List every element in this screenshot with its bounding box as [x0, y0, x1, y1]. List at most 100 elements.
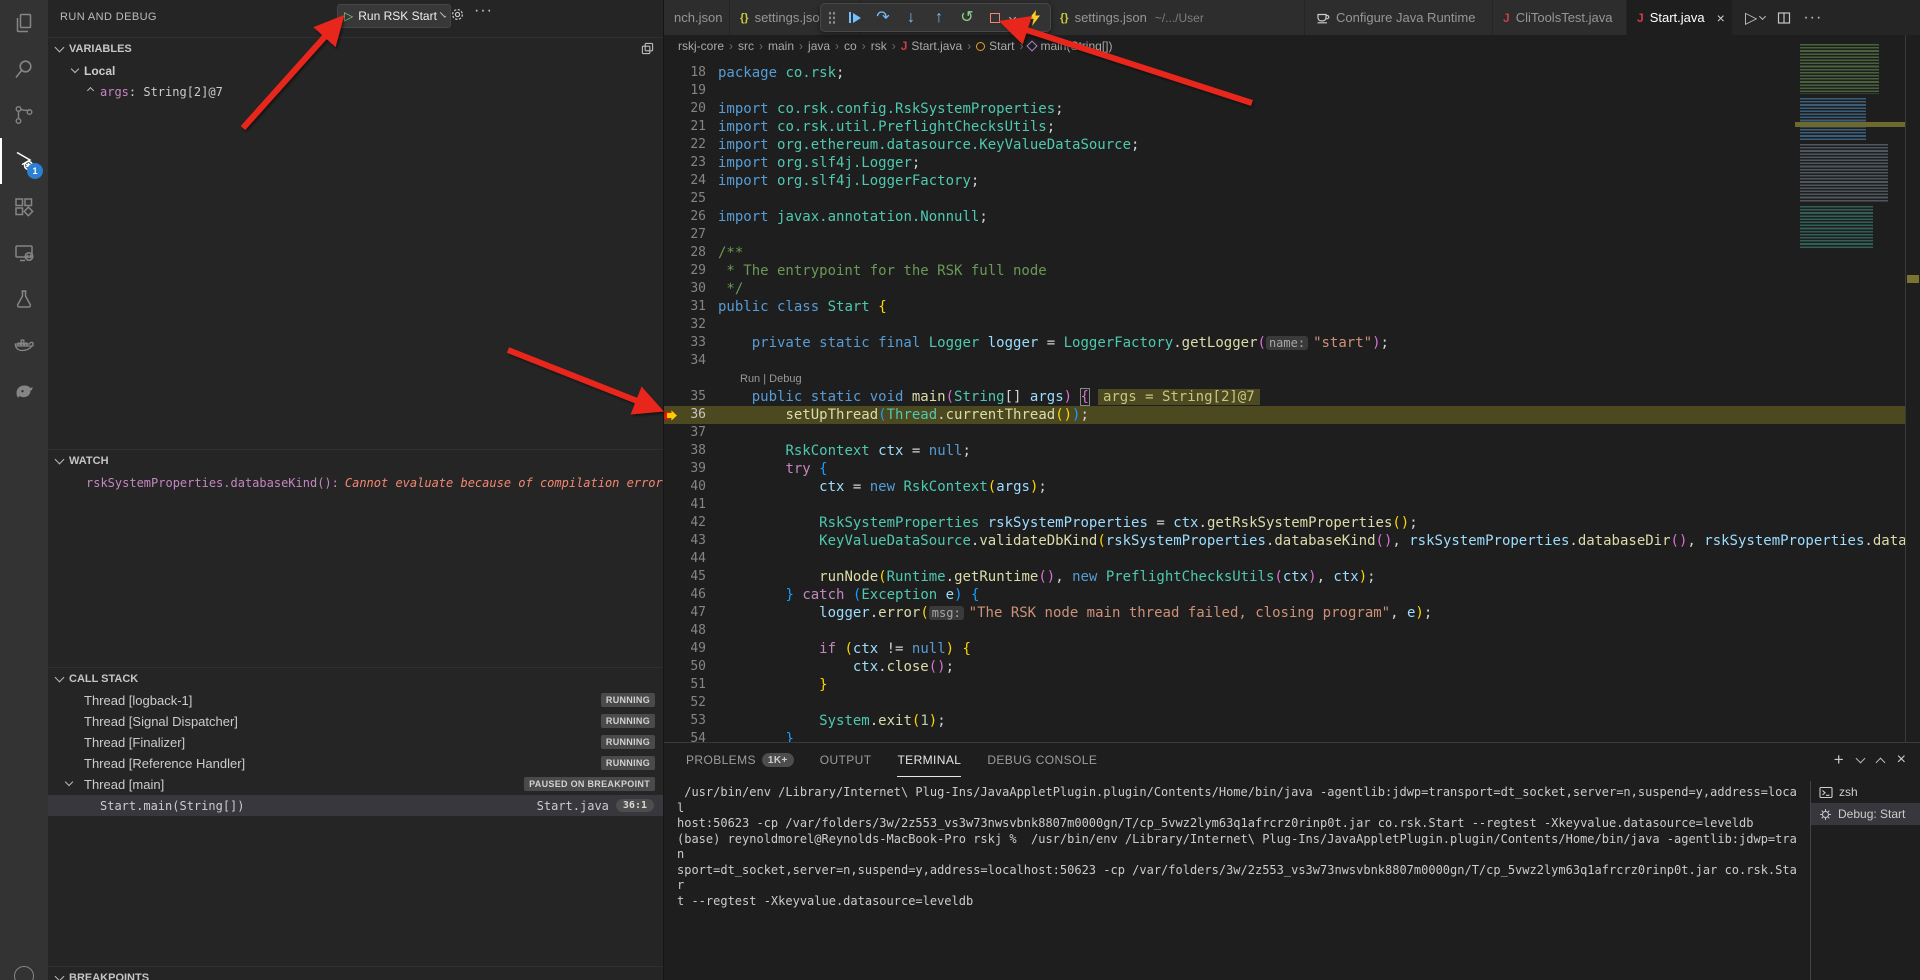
gutter[interactable]: 31	[664, 298, 708, 316]
breadcrumb-item-main[interactable]: main	[768, 39, 794, 53]
gutter[interactable]: 25	[664, 190, 708, 208]
call-stack-thread[interactable]: Thread [Reference Handler]RUNNING	[48, 753, 664, 774]
gutter[interactable]: 43	[664, 532, 708, 550]
terminal-output[interactable]: /usr/bin/env /Library/Internet\ Plug-Ins…	[677, 785, 1804, 909]
gutter[interactable]: 29	[664, 262, 708, 280]
manage-gear-icon[interactable]	[14, 966, 34, 980]
gutter[interactable]: 22	[664, 136, 708, 154]
close-icon[interactable]: ×	[1717, 10, 1725, 26]
tab-nch-json[interactable]: nch.json	[664, 0, 730, 35]
gutter[interactable]	[664, 370, 708, 388]
activity-bar-item-remote-explorer[interactable]	[0, 230, 48, 276]
code-line[interactable]: 32	[664, 316, 1905, 334]
stop-menu-chevron-icon[interactable]	[1009, 14, 1016, 21]
code-line[interactable]: 28/**	[664, 244, 1905, 262]
gutter[interactable]: 20	[664, 100, 708, 118]
code-line[interactable]: 40 ctx = new RskContext(args);	[664, 478, 1905, 496]
activity-bar-item-docker[interactable]	[0, 322, 48, 368]
gutter[interactable]: 27	[664, 226, 708, 244]
code-line[interactable]: 21import co.rsk.util.PreflightChecksUtil…	[664, 118, 1905, 136]
activity-bar-item-extensions[interactable]	[0, 184, 48, 230]
toolbar-drag-grip[interactable]	[828, 11, 836, 25]
gutter[interactable]: 33	[664, 334, 708, 352]
code-editor[interactable]: 18package co.rsk;1920import co.rsk.confi…	[664, 57, 1905, 743]
watch-header[interactable]: WATCH	[48, 450, 664, 472]
code-line[interactable]: 35 public static void main(String[] args…	[664, 388, 1905, 406]
gutter[interactable]: 44	[664, 550, 708, 568]
code-line[interactable]: 30 */	[664, 280, 1905, 298]
activity-bar-item-testing[interactable]	[0, 276, 48, 322]
terminal-list-item-zsh[interactable]: zsh	[1811, 781, 1920, 803]
variables-scope-local[interactable]: Local	[48, 60, 664, 81]
call-stack-thread[interactable]: Thread [Signal Dispatcher]RUNNING	[48, 711, 664, 732]
copy-icon[interactable]	[641, 42, 654, 55]
gutter[interactable]: 32	[664, 316, 708, 334]
gutter[interactable]: 49	[664, 640, 708, 658]
gutter[interactable]: 23	[664, 154, 708, 172]
gutter[interactable]: 47	[664, 604, 708, 622]
breakpoints-header[interactable]: BREAKPOINTS	[48, 967, 664, 980]
watch-expression[interactable]: rskSystemProperties.databaseKind(): Cann…	[48, 472, 664, 493]
gutter[interactable]: 51	[664, 676, 708, 694]
breadcrumb-item-start[interactable]: Start	[976, 39, 1014, 53]
code-line[interactable]: 23import org.slf4j.Logger;	[664, 154, 1905, 172]
code-line[interactable]: 48	[664, 622, 1905, 640]
gutter[interactable]: 19	[664, 82, 708, 100]
gutter[interactable]: 45	[664, 568, 708, 586]
views-more-actions-icon[interactable]: ···	[474, 2, 493, 20]
code-line[interactable]: 49 if (ctx != null) {	[664, 640, 1905, 658]
tab-start-java[interactable]: JStart.java×	[1627, 0, 1733, 35]
activity-bar-item-search[interactable]	[0, 46, 48, 92]
breadcrumb-item-rskj-core[interactable]: rskj-core	[678, 39, 724, 53]
activity-bar-item-run-and-debug[interactable]: 1	[0, 138, 48, 184]
code-line[interactable]: 43 KeyValueDataSource.validateDbKind(rsk…	[664, 532, 1905, 550]
gutter[interactable]: 39	[664, 460, 708, 478]
code-line[interactable]: 24import org.slf4j.LoggerFactory;	[664, 172, 1905, 190]
panel-tab-debug-console[interactable]: DEBUG CONSOLE	[987, 743, 1097, 777]
panel-tab-output[interactable]: OUTPUT	[820, 743, 872, 777]
gutter[interactable]: 26	[664, 208, 708, 226]
variables-header[interactable]: VARIABLES	[48, 38, 664, 60]
code-line[interactable]: 19	[664, 82, 1905, 100]
call-stack-header[interactable]: CALL STACK	[48, 668, 664, 690]
gutter[interactable]: 18	[664, 64, 708, 82]
run-config-button[interactable]: ▷ Run RSK Start	[337, 4, 451, 28]
gutter[interactable]: 50	[664, 658, 708, 676]
gutter[interactable]: 37	[664, 424, 708, 442]
code-line[interactable]: 47 logger.error(msg:"The RSK node main t…	[664, 604, 1905, 622]
code-line[interactable]: 37	[664, 424, 1905, 442]
restart-button[interactable]: ↺	[958, 8, 976, 28]
gutter[interactable]: 34	[664, 352, 708, 370]
panel-tab-problems[interactable]: PROBLEMS1K+	[686, 743, 794, 777]
code-line[interactable]: 42 RskSystemProperties rskSystemProperti…	[664, 514, 1905, 532]
terminal-dropdown-chevron-icon[interactable]	[1855, 754, 1865, 764]
gutter[interactable]: 52	[664, 694, 708, 712]
gutter[interactable]: 21	[664, 118, 708, 136]
call-stack-thread[interactable]: Thread [Finalizer]RUNNING	[48, 732, 664, 753]
code-line[interactable]: 41	[664, 496, 1905, 514]
tab-clitoolstest-java[interactable]: JCliToolsTest.java	[1493, 0, 1627, 35]
step-out-button[interactable]: ↑	[930, 8, 948, 28]
gutter[interactable]: 24	[664, 172, 708, 190]
code-line[interactable]: 51 }	[664, 676, 1905, 694]
continue-button[interactable]	[846, 8, 864, 28]
close-panel-icon[interactable]: ×	[1897, 751, 1906, 769]
stop-button[interactable]	[986, 8, 1004, 28]
breadcrumb-item-src[interactable]: src	[738, 39, 754, 53]
debug-settings-gear-icon[interactable]	[450, 7, 465, 22]
breadcrumb-item-rsk[interactable]: rsk	[871, 39, 887, 53]
code-line[interactable]: 27	[664, 226, 1905, 244]
breadcrumb-item-co[interactable]: co	[844, 39, 857, 53]
more-actions-icon[interactable]: ···	[1803, 9, 1822, 27]
terminal-list-item-debug-start[interactable]: Debug: Start	[1811, 803, 1920, 825]
gutter[interactable]: 48	[664, 622, 708, 640]
code-line[interactable]: 20import co.rsk.config.RskSystemProperti…	[664, 100, 1905, 118]
call-stack-thread[interactable]: Thread [main]PAUSED ON BREAKPOINT	[48, 774, 664, 795]
tab-settings-json[interactable]: {}settings.json~/.../User	[1050, 0, 1305, 35]
new-terminal-icon[interactable]: +	[1834, 750, 1844, 770]
overview-ruler[interactable]	[1905, 35, 1920, 742]
gutter[interactable]: 38	[664, 442, 708, 460]
gutter[interactable]: 36	[664, 406, 708, 424]
call-stack-frame[interactable]: Start.main(String[])Start.java36:1	[48, 795, 664, 816]
gutter[interactable]: 28	[664, 244, 708, 262]
